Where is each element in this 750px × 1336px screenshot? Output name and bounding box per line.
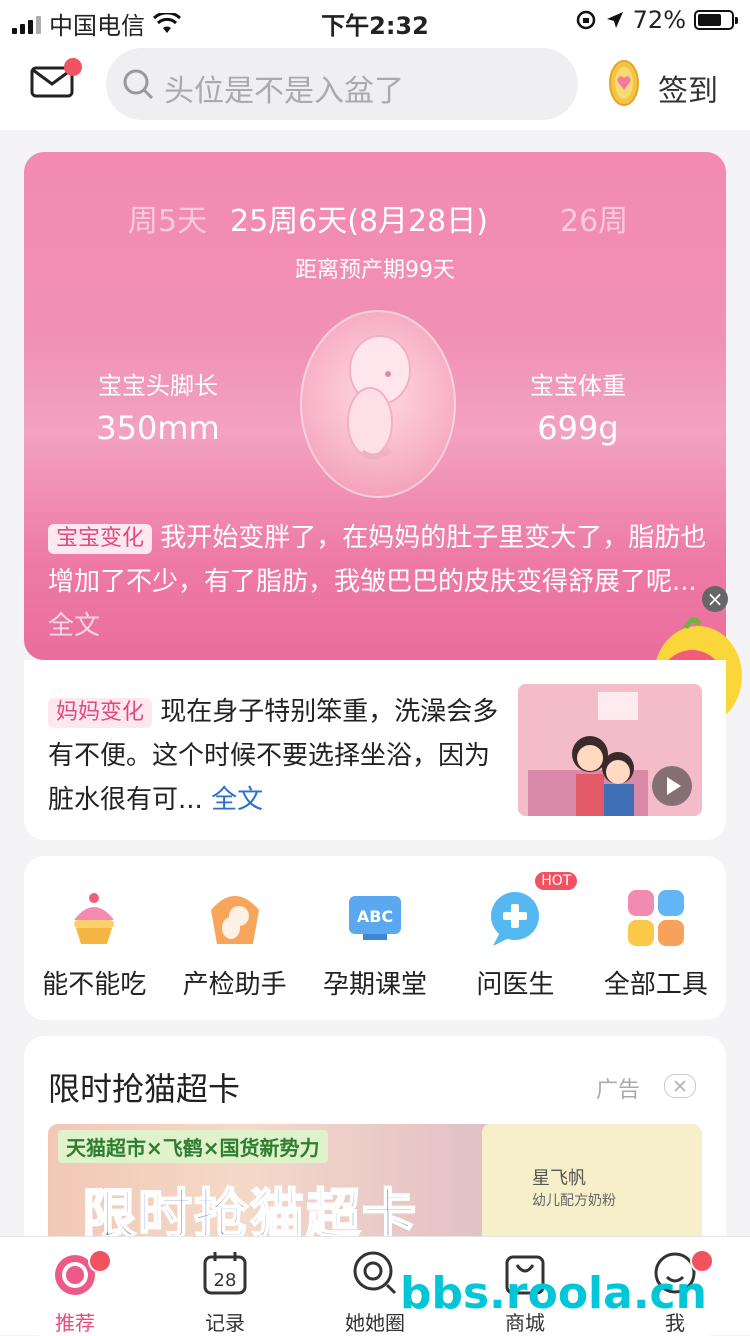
baby-length-label: 宝宝头脚长 [98,372,218,400]
svg-text:ABC: ABC [357,907,393,926]
tool-grid: 能不能吃 产检助手 ABC 孕期课堂 HOT 问医生 全部工具 [24,856,726,1020]
watermark-text: bbs.roola.cn [400,1268,707,1319]
week-next[interactable]: 26周 [560,196,628,240]
location-icon [606,12,623,28]
tool-label: 问医生 [476,970,555,1000]
tab-recommend[interactable]: 推荐 [0,1237,150,1335]
tool-label: 全部工具 [603,970,708,1000]
close-float-ad-button[interactable]: × [702,586,728,612]
can-subtitle: 幼儿配方奶粉 [532,1193,616,1209]
milk-can-image [482,1124,702,1254]
baby-change-badge: 宝宝变化 [48,523,153,554]
week-prev[interactable]: 周5天 [128,196,207,240]
play-icon[interactable] [652,766,692,806]
tab-label: 记录 [205,1311,245,1335]
mom-change-section[interactable]: 妈妈变化 现在身子特别笨重，洗澡会多有不便。这个时候不要选择坐浴，因为脏水很有可… [24,660,726,840]
ad-label: 广告 [596,1078,641,1103]
fetus-image [300,310,456,498]
tool-pregnancy-class[interactable]: ABC 孕期课堂 [305,856,445,1020]
recommend-badge-dot [88,1249,112,1273]
abc-board-icon: ABC [349,896,402,940]
ad-card-title: 限时抢猫超卡 [48,1070,241,1108]
top-bar: 头位是不是入盆了 签到 [0,40,750,130]
tool-label: 产检助手 [182,970,287,1000]
mom-change-text[interactable]: 妈妈变化 现在身子特别笨重，洗澡会多有不便。这个时候不要选择坐浴，因为脏水很有可… [48,690,508,822]
coin-icon[interactable] [608,58,640,108]
fetus-icon [347,335,411,460]
mom-change-more-link[interactable]: 全文 [211,785,263,815]
baby-weight-stat: 宝宝体重 699g [478,366,678,447]
tab-label: 推荐 [55,1311,95,1335]
tool-ask-doctor[interactable]: HOT 问医生 [445,856,585,1020]
due-date-countdown: 距离预产期99天 [295,258,455,283]
doctor-chat-icon [491,892,540,946]
search-placeholder: 头位是不是入盆了 [164,74,404,109]
baby-weight-label: 宝宝体重 [530,372,626,400]
tool-checkup-assistant[interactable]: 产检助手 [164,856,304,1020]
can-brand: 星飞帆 [532,1168,586,1189]
tab-record[interactable]: 28 记录 [150,1237,300,1335]
tool-label: 孕期课堂 [323,970,428,1000]
status-right: 72% [575,6,738,34]
tool-all-tools[interactable]: 全部工具 [586,856,726,1020]
signin-button[interactable]: 签到 [658,66,718,110]
baby-length-stat: 宝宝头脚长 350mm [58,366,258,447]
tool-can-i-eat[interactable]: 能不能吃 [24,856,164,1020]
cupcake-icon [74,893,115,944]
ad-close-icon[interactable] [664,1074,696,1098]
baby-change-text[interactable]: 宝宝变化 我开始变胖了，在妈妈的肚子里变大了，脂肪也增加了不少，有了脂肪，我皱巴… [48,516,708,648]
banner-brands: 天猫超市×飞鹤×国货新势力 [58,1130,328,1163]
battery-icon [694,10,738,30]
rotation-lock-icon [576,10,595,30]
fetus-icon [210,896,259,944]
unread-dot [64,58,82,76]
baby-change-more-link[interactable]: 全文 [48,611,100,641]
mail-button[interactable] [30,58,82,98]
mom-video-thumbnail[interactable] [518,684,702,816]
battery-fill [698,14,722,26]
battery-percent: 72% [632,6,686,34]
tool-label: 能不能吃 [42,970,147,1000]
pregnancy-hero-card[interactable]: 周5天 25周6天(8月28日) 26周 距离预产期99天 宝宝头脚长 350m… [24,152,726,660]
baby-length-value: 350mm [96,409,220,447]
calendar-day: 28 [214,1270,237,1291]
grid-icon [627,890,684,946]
calendar-icon: 28 [203,1252,247,1295]
mom-change-badge: 妈妈变化 [48,697,153,728]
week-current: 25周6天(8月28日) [230,204,488,239]
hot-badge: HOT [535,872,578,890]
ad-banner[interactable]: 天猫超市×飞鹤×国货新势力 限时抢猫超卡 星飞帆 幼儿配方奶粉 [48,1124,702,1254]
search-icon [123,69,154,100]
search-bar[interactable]: 头位是不是入盆了 [106,48,578,120]
baby-weight-value: 699g [537,409,619,447]
community-icon [353,1251,397,1295]
status-bar: 中国电信 下午2:32 72% [0,0,750,40]
